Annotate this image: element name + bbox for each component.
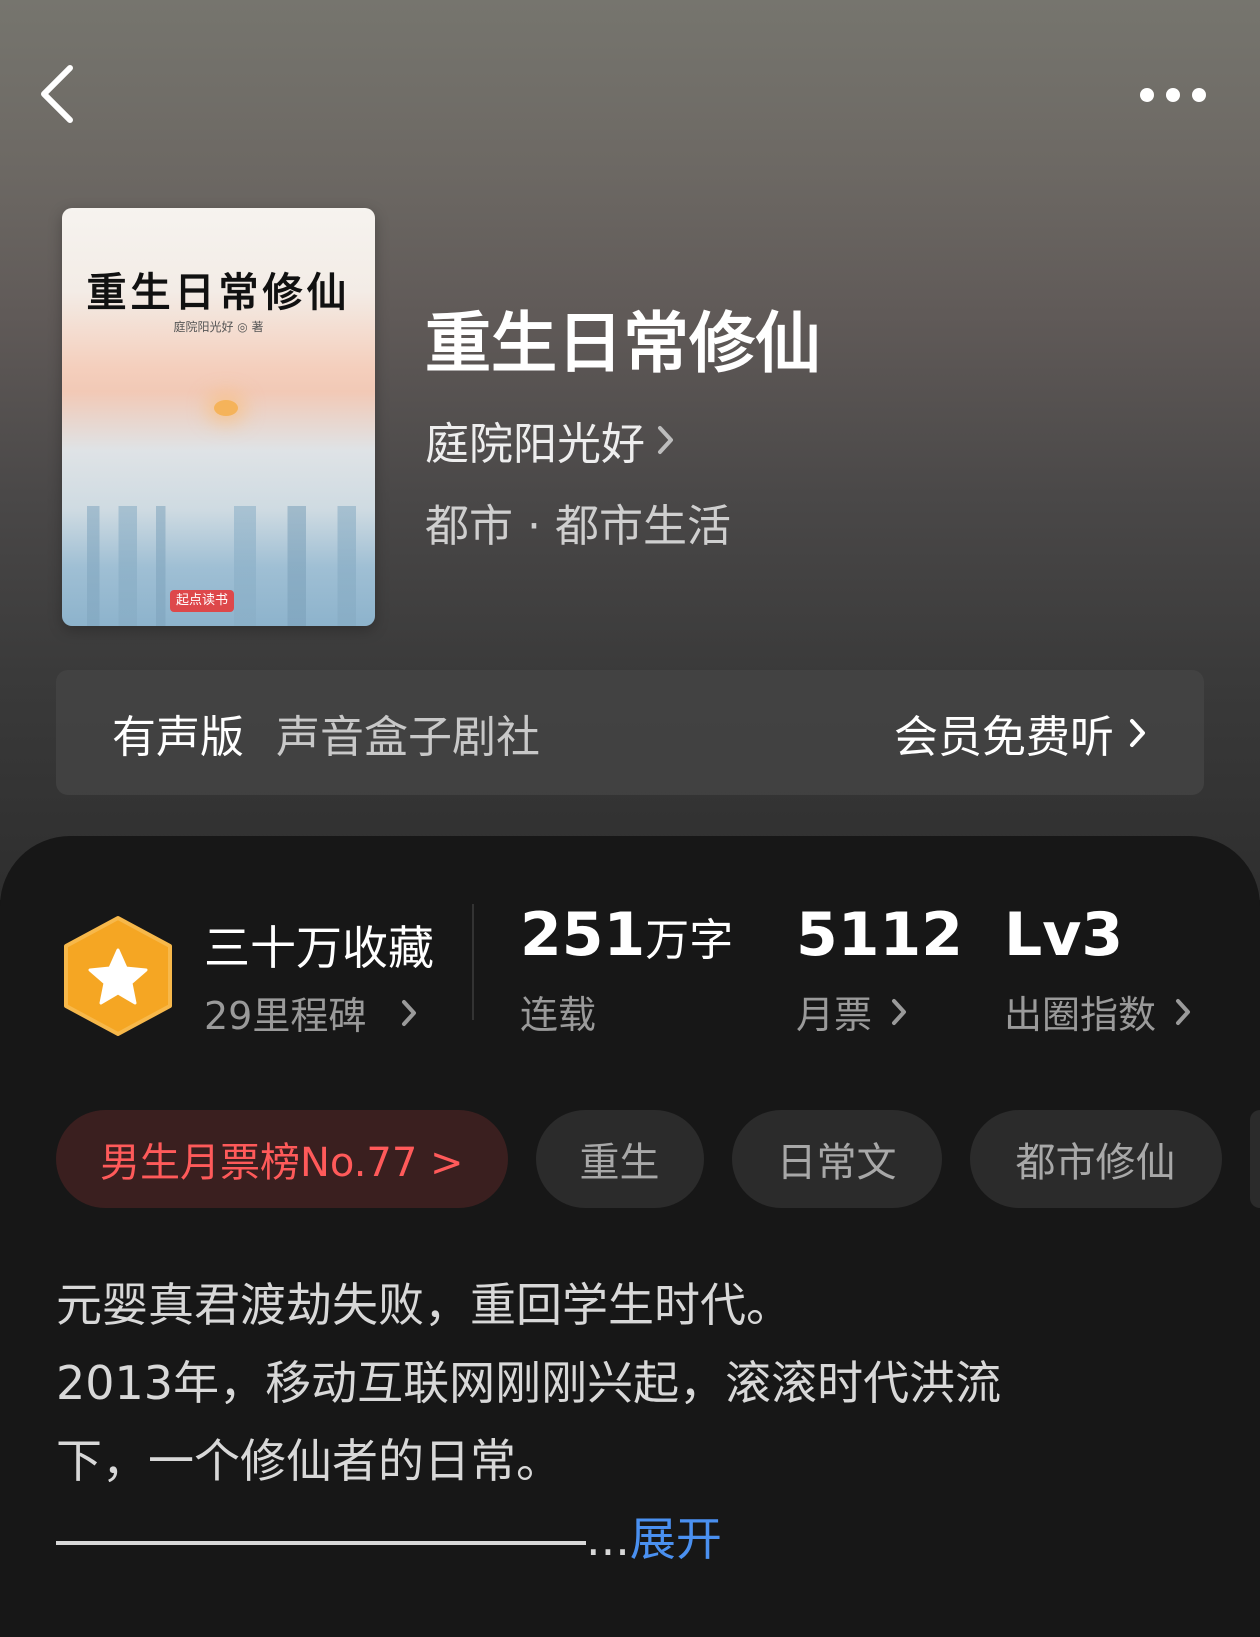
tag-chip-overflow[interactable]	[1250, 1110, 1260, 1208]
stat-words: 251万字 连载	[520, 900, 733, 1039]
tag-chip[interactable]: 重生	[535, 1110, 704, 1208]
tickets-label: 月票	[796, 993, 873, 1037]
book-title: 重生日常修仙	[425, 304, 821, 382]
audio-cta[interactable]: 会员免费听	[894, 701, 1148, 765]
tickets-value: 5112	[796, 900, 963, 970]
synopsis-divider	[56, 1540, 586, 1545]
words-label: 连载	[520, 993, 597, 1037]
cover-publisher-logo: 起点读书	[170, 590, 235, 612]
words-value: 251万字	[520, 900, 734, 970]
audio-cta-label: 会员免费听	[894, 711, 1114, 763]
synopsis-ellipsis: ...	[586, 1512, 630, 1566]
rank-tag[interactable]: 男生月票榜No.77 >	[56, 1110, 508, 1208]
milestone-link[interactable]: 29里程碑	[204, 985, 418, 1040]
back-button[interactable]	[36, 62, 86, 126]
chevron-right-icon	[658, 426, 673, 454]
more-dots-icon	[1140, 88, 1154, 102]
book-category: 都市 · 都市生活	[425, 501, 731, 552]
cover-title: 重生日常修仙	[86, 269, 351, 316]
chevron-right-icon	[1130, 718, 1145, 747]
audio-label: 有声版	[112, 711, 244, 763]
synopsis-last-line: ...展开	[56, 1500, 1206, 1578]
tag-chip[interactable]: 日常文	[731, 1110, 942, 1208]
level-label: 出圈指数	[1004, 993, 1157, 1037]
book-cover[interactable]: 重生日常修仙 庭院阳光好 ◎ 著 起点读书	[62, 208, 375, 626]
stat-divider	[472, 904, 474, 1020]
synopsis-line: 下，一个修仙者的日常。	[56, 1434, 562, 1488]
stat-tickets[interactable]: 5112 月票	[796, 900, 963, 1039]
synopsis-line: 元婴真君渡劫失败，重回学生时代。	[56, 1278, 792, 1332]
back-arrow-icon	[41, 65, 73, 123]
level-value: Lv3	[1004, 900, 1124, 970]
chevron-right-icon	[402, 999, 417, 1026]
author-link[interactable]: 庭院阳光好	[425, 408, 677, 472]
star-badge-icon	[64, 916, 172, 1036]
author-name: 庭院阳光好	[425, 419, 645, 470]
tag-list: 男生月票榜No.77 > 重生 日常文 都市修仙	[56, 1110, 1222, 1208]
chevron-right-icon	[1176, 998, 1191, 1025]
milestone-label: 29里程碑	[204, 994, 367, 1038]
cover-author: 庭院阳光好 ◎ 著	[173, 320, 264, 334]
stat-level[interactable]: Lv3 出圈指数	[1004, 900, 1192, 1039]
cover-sun	[214, 400, 238, 416]
tag-chip[interactable]: 都市修仙	[969, 1110, 1222, 1208]
more-button[interactable]	[1140, 80, 1220, 110]
audio-studio: 声音盒子剧社	[276, 711, 540, 763]
collect-title: 三十万收藏	[204, 921, 434, 975]
synopsis-line: 2013年，移动互联网刚刚兴起，滚滚时代洪流	[56, 1356, 1002, 1410]
synopsis: 元婴真君渡劫失败，重回学生时代。 2013年，移动互联网刚刚兴起，滚滚时代洪流 …	[56, 1266, 1206, 1578]
level-label-row: 出圈指数	[1004, 984, 1192, 1039]
audio-version-bar[interactable]: 有声版 声音盒子剧社 会员免费听	[56, 670, 1204, 795]
tickets-label-row: 月票	[796, 984, 963, 1039]
chevron-right-icon	[892, 998, 907, 1025]
expand-link[interactable]: 展开	[630, 1512, 722, 1566]
